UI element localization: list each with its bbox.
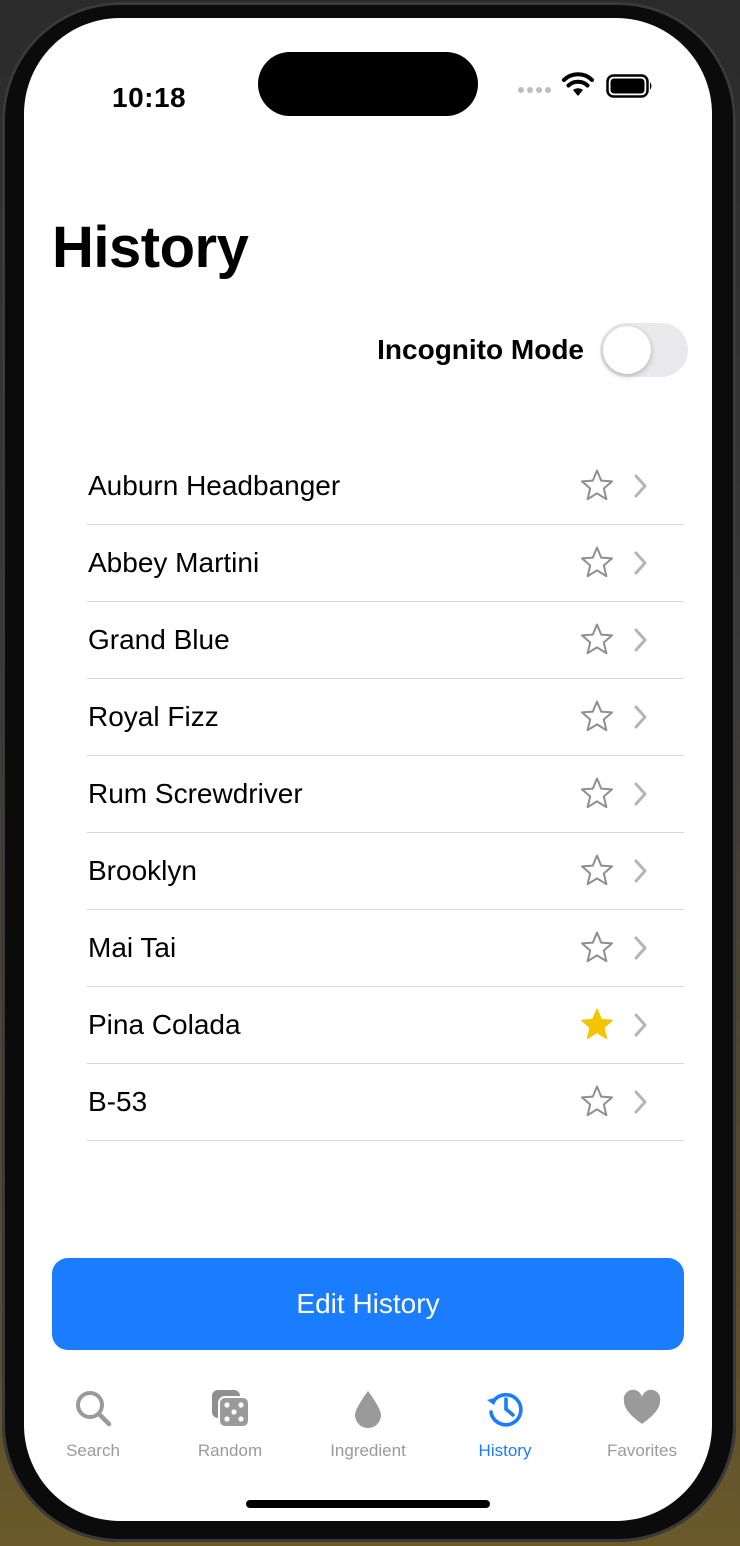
heart-icon [623,1389,661,1424]
incognito-toggle[interactable] [600,323,688,377]
tab-history[interactable]: History [440,1382,570,1462]
star-icon[interactable] [579,622,615,658]
tab-ingredient[interactable]: Ingredient [303,1382,433,1462]
star-icon[interactable] [579,468,615,504]
tab-label: Favorites [607,1441,677,1460]
home-indicator[interactable] [246,1500,490,1508]
tab-label: Ingredient [330,1441,406,1460]
history-row[interactable]: Brooklyn [87,833,684,910]
star-icon[interactable] [579,930,615,966]
chevron-right-icon [634,474,647,498]
chevron-right-icon [634,551,647,575]
cellular-signal-icon [518,87,552,93]
tab-label: History [478,1441,532,1460]
history-row[interactable]: Auburn Headbanger [87,448,684,525]
search-icon [76,1391,112,1427]
chevron-right-icon [634,705,647,729]
tab-label: Random [197,1441,263,1460]
status-indicators [518,72,668,100]
tab-search[interactable]: Search [28,1382,158,1462]
history-row[interactable]: Abbey Martini [87,525,684,602]
device-background: 10:18 History Incognito Mode Auburn Head… [0,0,740,1546]
history-icon [487,1392,523,1427]
tab-label: Search [66,1441,120,1460]
toggle-knob [603,326,651,374]
chevron-right-icon [634,1013,647,1037]
drop-icon [355,1391,381,1428]
history-row[interactable]: Royal Fizz [87,679,684,756]
status-time: 10:18 [112,82,187,113]
history-row[interactable]: B-53 [87,1064,684,1141]
history-list: Auburn Headbanger Abbey Martini Grand Blue… [87,448,684,1141]
history-row[interactable]: Mai Tai [87,910,684,987]
chevron-right-icon [634,1090,647,1114]
battery-icon [606,74,652,98]
chevron-right-icon [634,936,647,960]
edit-history-button[interactable]: Edit History [52,1258,684,1350]
star-icon[interactable] [579,853,615,889]
dynamic-island [258,52,478,116]
page-title: History [52,215,249,280]
tab-bar: Search Random Ingredient History Favorit… [24,1382,712,1462]
wifi-icon [562,72,594,96]
history-row[interactable]: Pina Colada [87,987,684,1064]
history-row[interactable]: Grand Blue [87,602,684,679]
tab-favorites[interactable]: Favorites [577,1382,707,1462]
star-icon[interactable] [579,545,615,581]
history-row[interactable]: Rum Screwdriver [87,756,684,833]
star-icon[interactable] [579,699,615,735]
tab-random[interactable]: Random [165,1382,295,1462]
chevron-right-icon [634,628,647,652]
star-icon[interactable] [579,776,615,812]
incognito-label: Incognito Mode [377,334,584,365]
star-icon[interactable] [579,1084,615,1120]
dice-icon [212,1390,250,1428]
app-screen: 10:18 History Incognito Mode Auburn Head… [24,18,712,1521]
chevron-right-icon [634,859,647,883]
star-filled-icon[interactable] [579,1007,615,1043]
chevron-right-icon [634,782,647,806]
incognito-row: Incognito Mode [377,322,688,378]
